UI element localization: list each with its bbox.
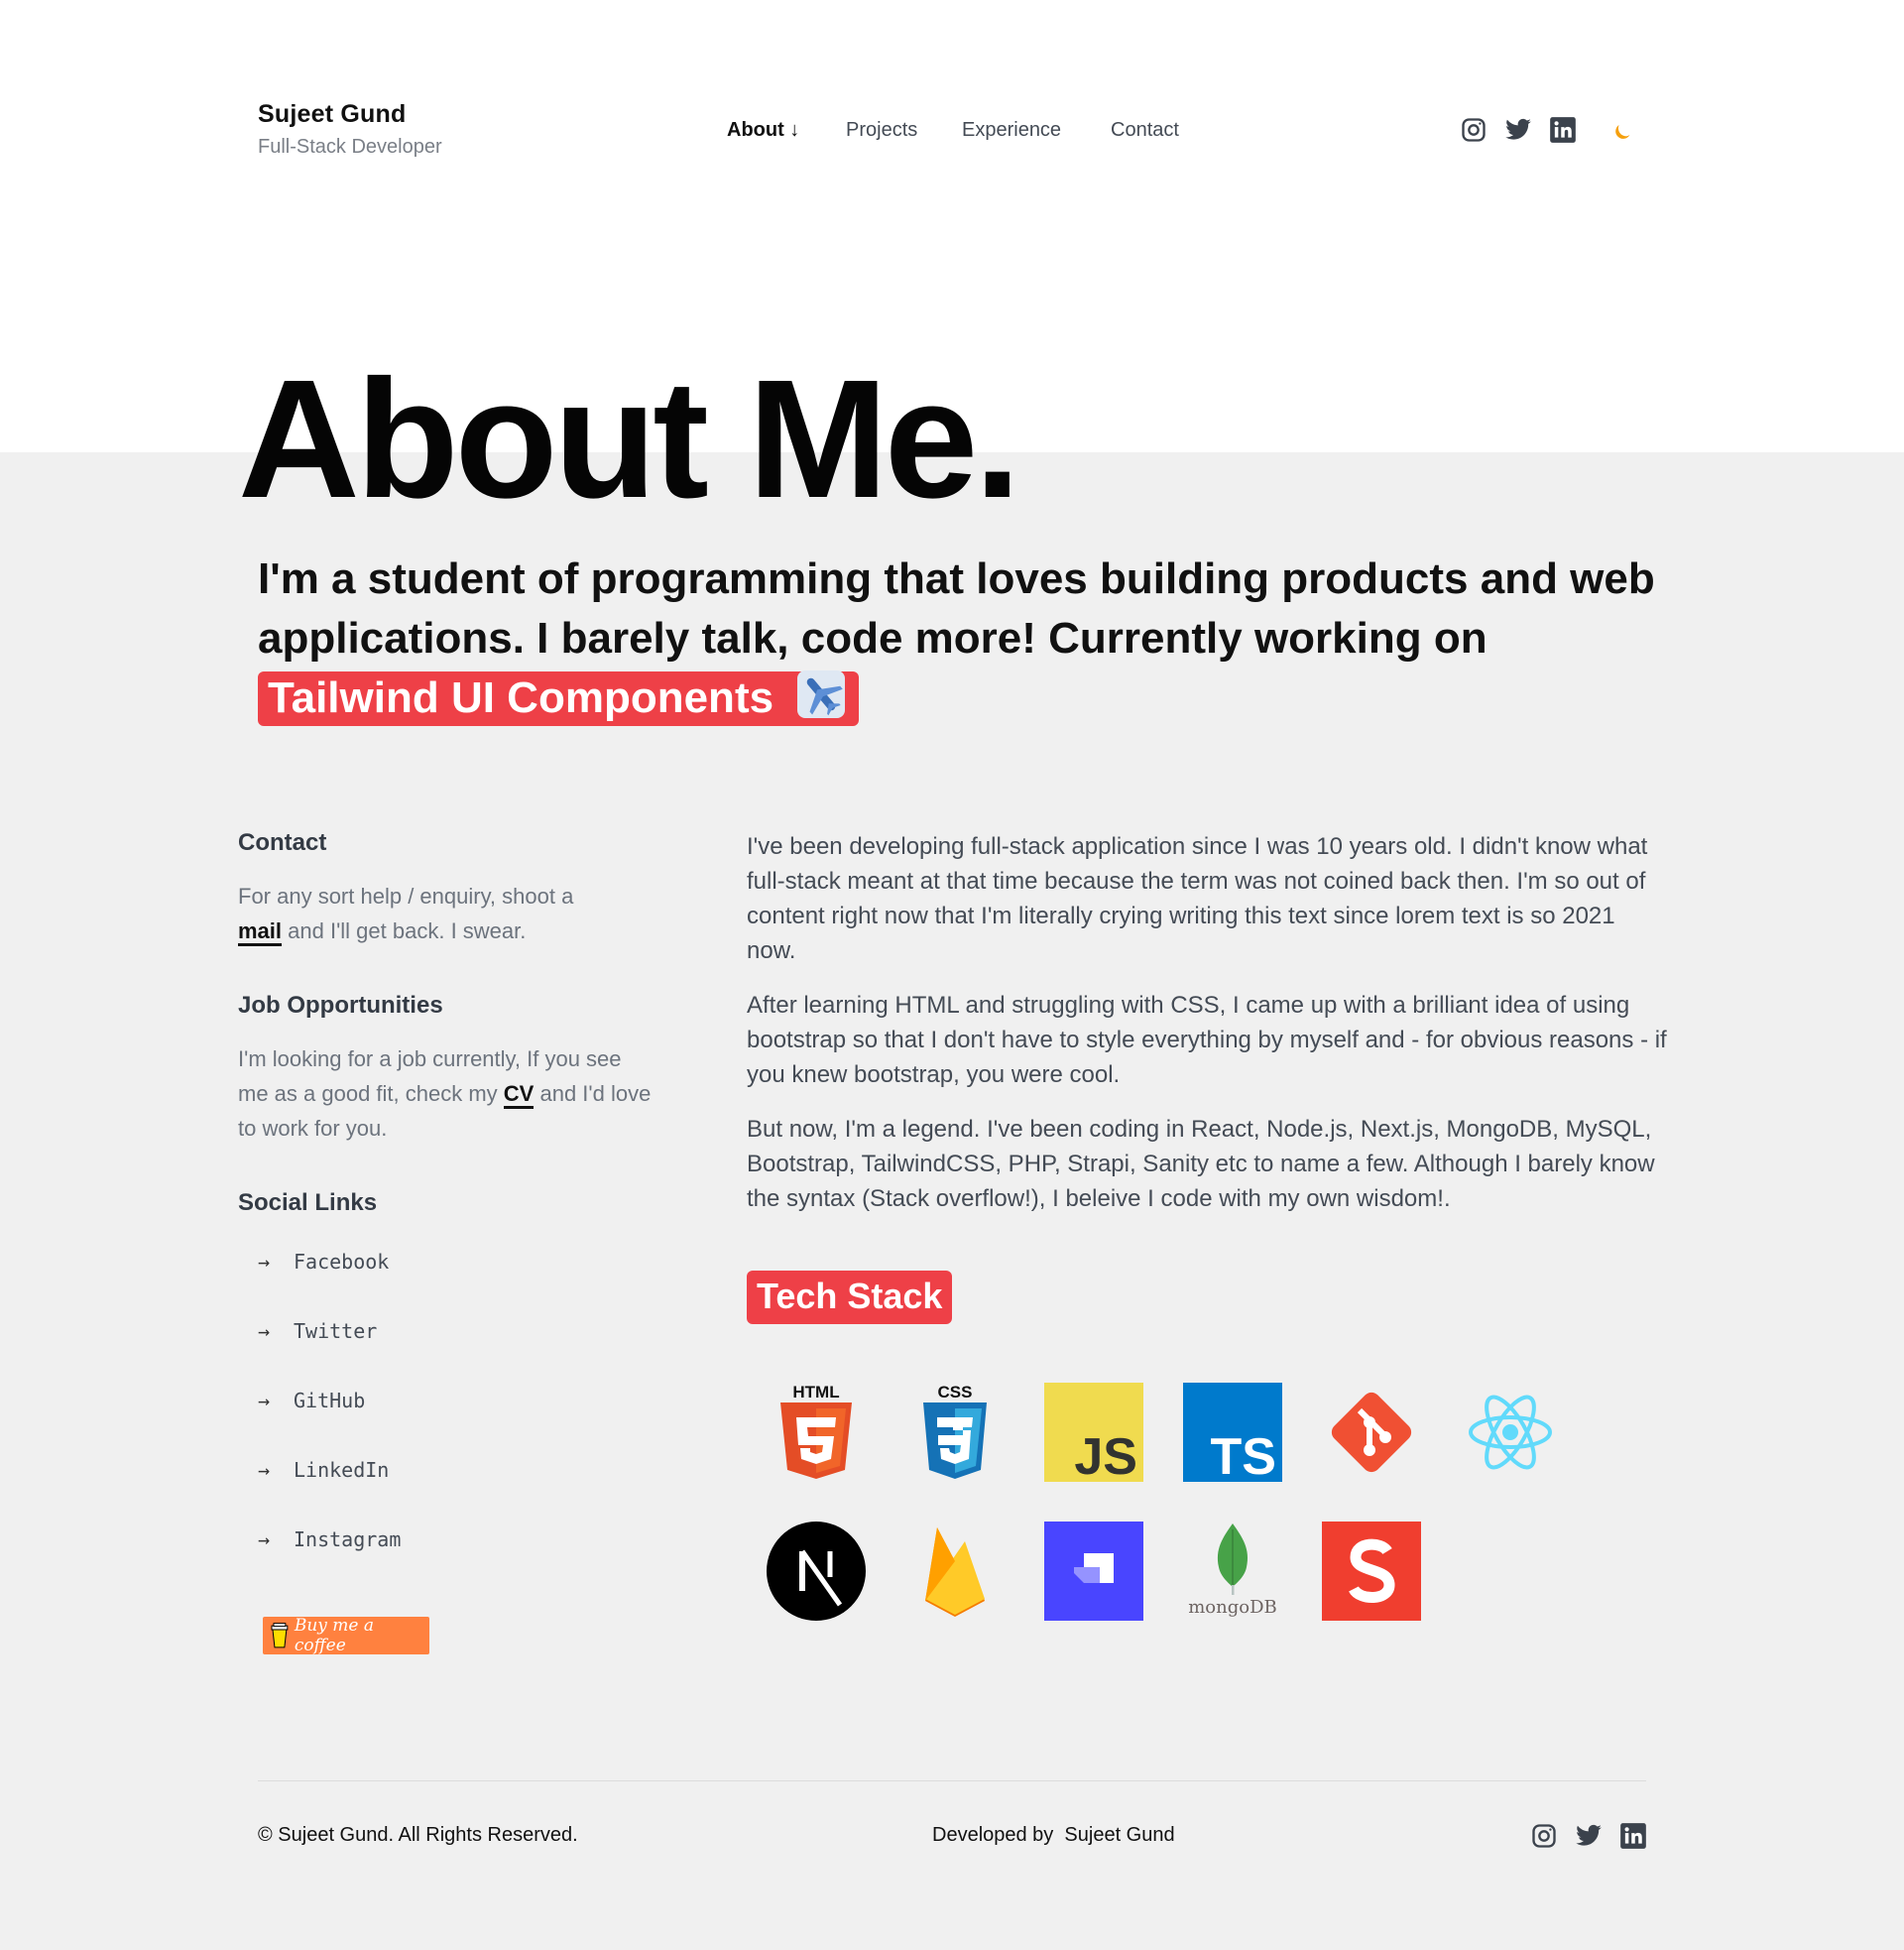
current-project-label: Tailwind UI Components [268,673,774,722]
typescript-icon: TS [1183,1383,1282,1482]
instagram-icon[interactable] [1460,116,1488,144]
sidebar-info: Contact For any sort help / enquiry, sho… [238,829,654,1594]
social-link-linkedin: → LinkedIn [258,1455,654,1524]
job-heading: Job Opportunities [238,992,443,1019]
moon-icon[interactable] [1608,116,1636,144]
cv-link[interactable]: CV [503,1081,535,1109]
job-text: I'm looking for a job currently, If you … [238,1041,654,1146]
social-link-facebook: → Facebook [258,1247,654,1316]
tech-stack-heading: Tech Stack [747,1271,953,1324]
brand-role: Full-Stack Developer [258,136,442,158]
intro-text: I'm a student of programming that loves … [258,549,1666,728]
twitter-icon[interactable] [1504,116,1532,144]
nextjs-icon [767,1522,866,1621]
mongodb-icon: mongoDB [1183,1522,1282,1621]
contact-text: For any sort help / enquiry, shoot a mai… [238,879,654,948]
airplane-icon [797,670,846,718]
linkedin-link[interactable]: LinkedIn [294,1458,389,1482]
instagram-icon[interactable] [1530,1822,1558,1850]
git-icon [1322,1383,1421,1482]
arrow-right-icon: → [258,1389,271,1412]
social-links-list: → Facebook → Twitter → GitHub → LinkedIn → In… [258,1247,654,1594]
coffee-cup-icon [271,1623,289,1648]
bio-paragraph-2: After learning HTML and struggling with … [747,992,1667,1088]
mail-link[interactable]: mail [238,918,283,946]
contact-text-before: For any sort help / enquiry, shoot a [238,884,574,909]
nav-contact[interactable]: Contact [1111,119,1179,142]
twitter-icon[interactable] [1575,1822,1603,1850]
javascript-icon: JS [1044,1383,1143,1482]
bio-paragraph-3: But now, I'm a legend. I've been coding … [747,1116,1655,1212]
footer-divider [258,1780,1646,1781]
instagram-link[interactable]: Instagram [294,1527,401,1551]
footer-copyright: © Sujeet Gund. All Rights Reserved. [258,1824,578,1846]
brand: Sujeet Gund Full-Stack Developer [258,100,442,159]
react-icon [1461,1383,1560,1482]
ts-logo-text: TS [1211,1428,1276,1482]
bio-paragraph-1: I've been developing full-stack applicat… [747,833,1648,964]
bio-section: I've been developing full-stack applicat… [747,829,1669,1236]
mongodb-logo-text: mongoDB [1188,1597,1277,1618]
nav-experience[interactable]: Experience [962,119,1061,142]
firebase-icon [905,1522,1005,1621]
linkedin-icon[interactable] [1619,1822,1647,1850]
html5-icon: HTML [767,1383,866,1482]
css-logo-text: CSS [938,1383,973,1402]
brand-name[interactable]: Sujeet Gund [258,100,442,129]
page-title: About Me. [238,345,1021,534]
footer-developed-by[interactable]: Developed by Sujeet Gund [932,1824,1175,1847]
current-project-highlight[interactable]: Tailwind UI Components [258,670,860,726]
contact-text-after: and I'll get back. I swear. [288,918,527,943]
nav-projects[interactable]: Projects [846,119,917,142]
github-link[interactable]: GitHub [294,1389,365,1412]
buy-me-a-coffee-button[interactable]: Buy me a coffee [263,1616,429,1655]
arrow-right-icon: → [258,1527,271,1551]
strapi-icon [1044,1522,1143,1621]
js-logo-text: JS [1074,1428,1137,1482]
social-heading: Social Links [238,1189,378,1216]
social-link-instagram: → Instagram [258,1524,654,1594]
contact-heading: Contact [238,829,327,856]
intro-sentence: I'm a student of programming that loves … [258,554,1655,663]
nav-about[interactable]: About ↓ [727,119,799,142]
arrow-right-icon: → [258,1458,271,1482]
arrow-right-icon: → [258,1250,271,1274]
html-logo-text: HTML [792,1383,839,1402]
arrow-right-icon: → [258,1319,271,1343]
css3-icon: CSS [905,1383,1005,1482]
facebook-link[interactable]: Facebook [294,1250,389,1274]
social-link-github: → GitHub [258,1386,654,1455]
social-link-twitter: → Twitter [258,1316,654,1386]
linkedin-icon[interactable] [1549,116,1577,144]
coffee-label: Buy me a coffee [294,1616,374,1655]
twitter-link[interactable]: Twitter [294,1319,377,1343]
sanity-icon [1322,1522,1421,1621]
